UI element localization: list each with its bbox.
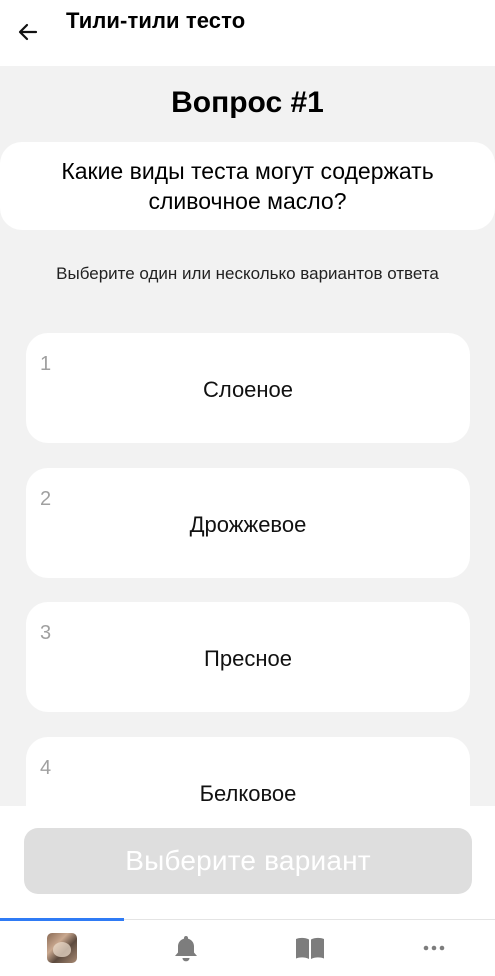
app-header: Тили-тили тесто — [0, 0, 495, 66]
option-number: 2 — [40, 488, 52, 510]
option-number: 1 — [40, 353, 52, 375]
submit-button[interactable]: Выберите вариант — [24, 828, 472, 894]
question-text: Какие виды теста могут содержать сливочн… — [61, 158, 434, 214]
question-title: Вопрос #1 — [171, 86, 324, 119]
quiz-content: Вопрос #1 Какие виды теста могут содержа… — [0, 66, 495, 806]
avatar — [47, 933, 77, 963]
option-number: 4 — [40, 757, 52, 779]
answer-option[interactable]: 3 Пресное — [26, 602, 470, 712]
arrow-left-icon — [18, 23, 38, 41]
tab-notifications[interactable] — [124, 920, 248, 976]
option-number: 3 — [40, 622, 52, 644]
tab-library[interactable] — [248, 920, 372, 976]
answer-option[interactable]: 4 Белковое — [26, 737, 470, 806]
option-label: Дрожжевое — [189, 512, 307, 537]
answer-hint: Выберите один или несколько вариантов от… — [56, 264, 439, 283]
bottom-tab-bar — [0, 918, 495, 976]
tab-profile[interactable] — [0, 920, 124, 976]
answer-option[interactable]: 1 Слоеное — [26, 333, 470, 443]
option-label: Слоеное — [202, 377, 294, 402]
back-button[interactable] — [10, 14, 46, 50]
more-icon — [423, 945, 445, 951]
option-label: Пресное — [204, 646, 292, 671]
page-title: Тили-тили тесто — [66, 8, 246, 33]
answer-option[interactable]: 2 Дрожжевое — [26, 468, 470, 578]
bell-icon — [175, 936, 197, 962]
question-card: Какие виды теста могут содержать сливочн… — [0, 142, 495, 230]
option-label: Белковое — [199, 781, 297, 806]
book-icon — [296, 937, 324, 959]
tab-more[interactable] — [372, 920, 495, 976]
submit-footer: Выберите вариант — [0, 806, 495, 919]
